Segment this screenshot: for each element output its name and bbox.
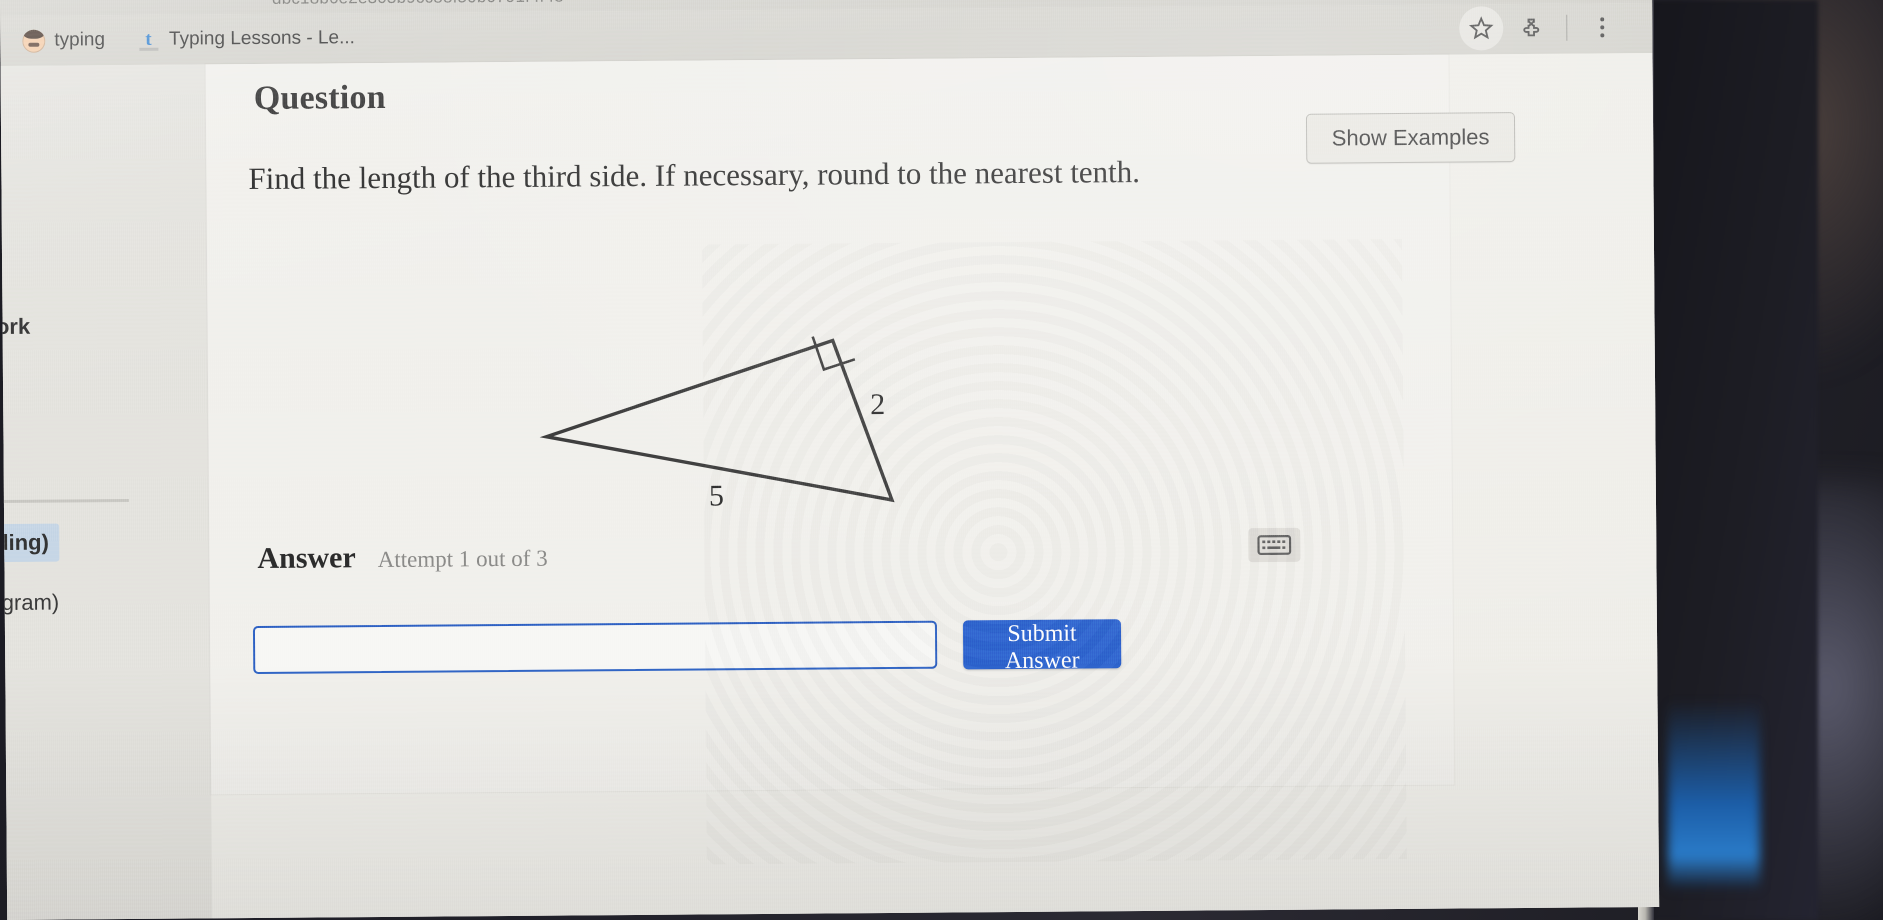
answer-header: Answer Attempt 1 out of 3	[257, 540, 548, 576]
sidebar-item-homework[interactable]: ework	[1, 308, 41, 347]
extensions-puzzle-icon[interactable]	[1509, 6, 1553, 50]
triangle-figure: 2 5	[267, 226, 1270, 564]
screenshot-root: dbc18b6e2e303b9cc88f50b0791f4f48 typing …	[0, 0, 1883, 920]
ambient-blue-glow	[1668, 700, 1760, 890]
bookmark-item-typing-lessons[interactable]: t Typing Lessons - Le...	[127, 23, 365, 56]
url-text: dbc18b6e2e303b9cc88f50b0791f4f48	[272, 0, 564, 9]
bookmark-label: Typing Lessons - Le...	[168, 27, 355, 50]
bookmark-star-icon[interactable]	[1459, 6, 1504, 51]
side-label-right: 2	[870, 388, 885, 421]
sidebar-divider	[0, 499, 129, 504]
sidebar: ework unding) Diagram) 1	[0, 64, 213, 920]
sidebar-item-label: ework	[0, 313, 31, 340]
keyboard-glyph-icon	[1257, 535, 1292, 556]
side-label-bottom: 5	[709, 479, 724, 512]
submit-answer-button[interactable]: Submit Answer	[962, 619, 1122, 674]
sidebar-item-label: Diagram)	[0, 589, 60, 616]
question-prompt: Find the length of the third side. If ne…	[248, 154, 1141, 197]
browser-menu-icon[interactable]	[1580, 5, 1624, 49]
bookmark-label: typing	[54, 29, 106, 51]
omnibox-actions	[1459, 5, 1624, 51]
question-card: Question Show Examples Find the length o…	[205, 54, 1516, 795]
typing-favicon-icon	[22, 29, 46, 53]
typing-lessons-favicon-icon: t	[137, 28, 160, 51]
answer-input[interactable]	[252, 620, 938, 675]
page-title: Question	[253, 78, 386, 118]
sidebar-item-rounding[interactable]: unding)	[0, 523, 60, 563]
sidebar-item-diagram[interactable]: Diagram)	[1, 583, 70, 622]
keyboard-icon[interactable]	[1248, 527, 1301, 563]
browser-window: dbc18b6e2e303b9cc88f50b0791f4f48 typing …	[0, 0, 1660, 920]
bookmark-item-typing[interactable]: typing	[12, 25, 115, 57]
toolbar-divider	[1566, 14, 1568, 41]
answer-title: Answer	[257, 541, 356, 575]
sidebar-item-label: unding)	[0, 529, 49, 556]
main-content: Question Show Examples Find the length o…	[205, 53, 1660, 919]
attempt-counter: Attempt 1 out of 3	[377, 545, 548, 573]
